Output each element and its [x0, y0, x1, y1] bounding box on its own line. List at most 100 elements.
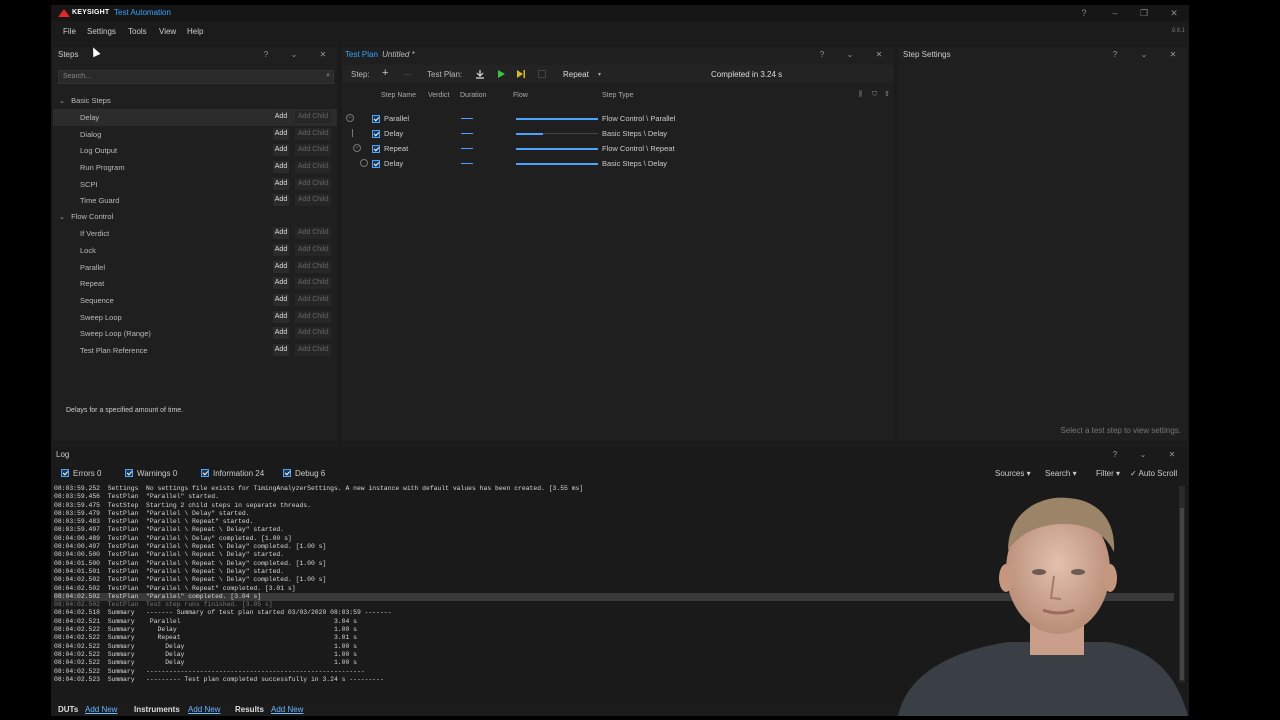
column-flow[interactable]: Flow: [513, 92, 528, 99]
add-button[interactable]: Add: [273, 243, 289, 256]
menu-file[interactable]: File: [63, 27, 76, 36]
plan-row[interactable]: − Parallel Flow Control \ Parallel: [342, 111, 894, 126]
auto-scroll-toggle[interactable]: ✓ Auto Scroll: [1130, 469, 1177, 478]
add-result-link[interactable]: Add New: [271, 705, 303, 714]
menu-tools[interactable]: Tools: [128, 27, 147, 36]
step-item-sweep-loop-range[interactable]: Sweep Loop (Range) Add Add Child: [53, 325, 337, 342]
add-child-button[interactable]: Add Child: [295, 243, 331, 256]
chevron-down-icon[interactable]: ⌄: [1137, 449, 1149, 461]
group-flow-control[interactable]: ⌄ Flow Control: [53, 209, 337, 225]
plan-row[interactable]: − Repeat Flow Control \ Repeat: [342, 141, 894, 156]
repeat-dropdown[interactable]: Repeat: [563, 70, 589, 79]
step-item-repeat[interactable]: Repeat Add Add Child: [53, 275, 337, 292]
close-icon[interactable]: ✕: [1167, 49, 1179, 61]
add-button[interactable]: Add: [273, 144, 289, 157]
add-button[interactable]: Add: [273, 161, 289, 174]
close-icon[interactable]: ✕: [1166, 449, 1178, 461]
add-child-button[interactable]: Add Child: [295, 277, 331, 290]
filter-icon[interactable]: ⛉: [872, 91, 877, 99]
stop-icon[interactable]: [538, 70, 546, 78]
add-instrument-link[interactable]: Add New: [188, 705, 220, 714]
filter-debug[interactable]: Debug 6: [283, 469, 325, 478]
step-item-log-output[interactable]: Log Output Add Add Child: [53, 142, 337, 159]
remove-step-button[interactable]: —: [403, 70, 411, 79]
add-child-button[interactable]: Add Child: [295, 227, 331, 240]
step-item-run-program[interactable]: Run Program Add Add Child: [53, 159, 337, 176]
filter-errors[interactable]: Errors 0: [61, 469, 101, 478]
close-icon[interactable]: ✕: [317, 49, 329, 61]
step-item-test-plan-reference[interactable]: Test Plan Reference Add Add Child: [53, 342, 337, 359]
add-child-button[interactable]: Add Child: [295, 161, 331, 174]
add-button[interactable]: Add: [273, 293, 289, 306]
filter-dropdown[interactable]: Filter ▾: [1096, 469, 1120, 478]
add-button[interactable]: Add: [273, 194, 289, 207]
add-button[interactable]: Add: [273, 111, 289, 123]
help-icon[interactable]: ?: [816, 49, 828, 61]
collapse-icon[interactable]: −: [353, 144, 361, 152]
add-child-button[interactable]: Add Child: [295, 293, 331, 306]
sources-dropdown[interactable]: Sources ▾: [995, 469, 1031, 478]
step-item-sweep-loop[interactable]: Sweep Loop Add Add Child: [53, 309, 337, 326]
restore-button[interactable]: ❐: [1137, 7, 1151, 19]
plan-row[interactable]: Delay Basic Steps \ Delay: [342, 156, 894, 171]
add-button[interactable]: Add: [273, 310, 289, 323]
add-child-button[interactable]: Add Child: [295, 327, 331, 340]
add-button[interactable]: Add: [273, 177, 289, 190]
checkbox[interactable]: [283, 469, 291, 477]
checkbox[interactable]: [201, 469, 209, 477]
columns-icon[interactable]: ⫼: [859, 91, 862, 99]
column-step-name[interactable]: Step Name: [381, 92, 416, 99]
help-icon[interactable]: ?: [260, 49, 272, 61]
checkbox[interactable]: [61, 469, 69, 477]
step-item-dialog[interactable]: Dialog Add Add Child: [53, 126, 337, 143]
group-basic-steps[interactable]: ⌄ Basic Steps: [53, 93, 337, 109]
add-dut-link[interactable]: Add New: [85, 705, 117, 714]
help-icon[interactable]: ?: [1109, 449, 1121, 461]
chevron-down-icon[interactable]: ⌄: [59, 213, 69, 221]
steps-search-input[interactable]: Search... ⌕: [58, 70, 334, 84]
sort-icon[interactable]: ⇕: [884, 90, 890, 98]
plan-row[interactable]: Delay Basic Steps \ Delay: [342, 126, 894, 141]
add-step-button[interactable]: +: [382, 67, 388, 79]
enabled-checkbox[interactable]: [372, 130, 380, 138]
open-plan-icon[interactable]: [475, 69, 485, 79]
add-child-button[interactable]: Add Child: [295, 343, 331, 356]
close-icon[interactable]: ✕: [873, 49, 885, 61]
results-label[interactable]: Results: [235, 705, 264, 714]
checkbox[interactable]: [125, 469, 133, 477]
chevron-down-icon[interactable]: ⌄: [288, 49, 300, 61]
filter-warnings[interactable]: Warnings 0: [125, 469, 177, 478]
add-button[interactable]: Add: [273, 327, 289, 340]
add-button[interactable]: Add: [273, 343, 289, 356]
run-icon[interactable]: [496, 69, 506, 79]
step-item-time-guard[interactable]: Time Guard Add Add Child: [53, 192, 337, 209]
enabled-checkbox[interactable]: [372, 145, 380, 153]
add-child-button[interactable]: Add Child: [295, 177, 331, 190]
add-child-button[interactable]: Add Child: [295, 127, 331, 140]
add-button[interactable]: Add: [273, 260, 289, 273]
add-child-button[interactable]: Add Child: [295, 310, 331, 323]
collapse-icon[interactable]: −: [346, 114, 354, 122]
instruments-label[interactable]: Instruments: [134, 705, 180, 714]
chevron-down-icon[interactable]: ▾: [598, 71, 601, 78]
step-run-icon[interactable]: [516, 69, 526, 79]
help-icon[interactable]: ?: [1109, 49, 1121, 61]
step-item-scpi[interactable]: SCPI Add Add Child: [53, 176, 337, 193]
step-item-delay[interactable]: Delay Add Add Child: [53, 109, 337, 126]
column-step-type[interactable]: Step Type: [602, 92, 633, 99]
filter-information[interactable]: Information 24: [201, 469, 264, 478]
step-item-sequence[interactable]: Sequence Add Add Child: [53, 292, 337, 309]
column-verdict[interactable]: Verdict: [428, 92, 449, 99]
column-duration[interactable]: Duration: [460, 92, 486, 99]
menu-help[interactable]: Help: [187, 27, 203, 36]
add-child-button[interactable]: Add Child: [295, 260, 331, 273]
help-icon[interactable]: ?: [1077, 7, 1091, 19]
step-item-lock[interactable]: Lock Add Add Child: [53, 242, 337, 259]
duts-label[interactable]: DUTs: [58, 705, 78, 714]
close-button[interactable]: ✕: [1167, 7, 1181, 19]
step-item-if-verdict[interactable]: If Verdict Add Add Child: [53, 225, 337, 242]
menu-view[interactable]: View: [159, 27, 176, 36]
add-child-button[interactable]: Add Child: [295, 194, 331, 207]
chevron-down-icon[interactable]: ⌄: [1138, 49, 1150, 61]
add-child-button[interactable]: Add Child: [295, 111, 331, 123]
